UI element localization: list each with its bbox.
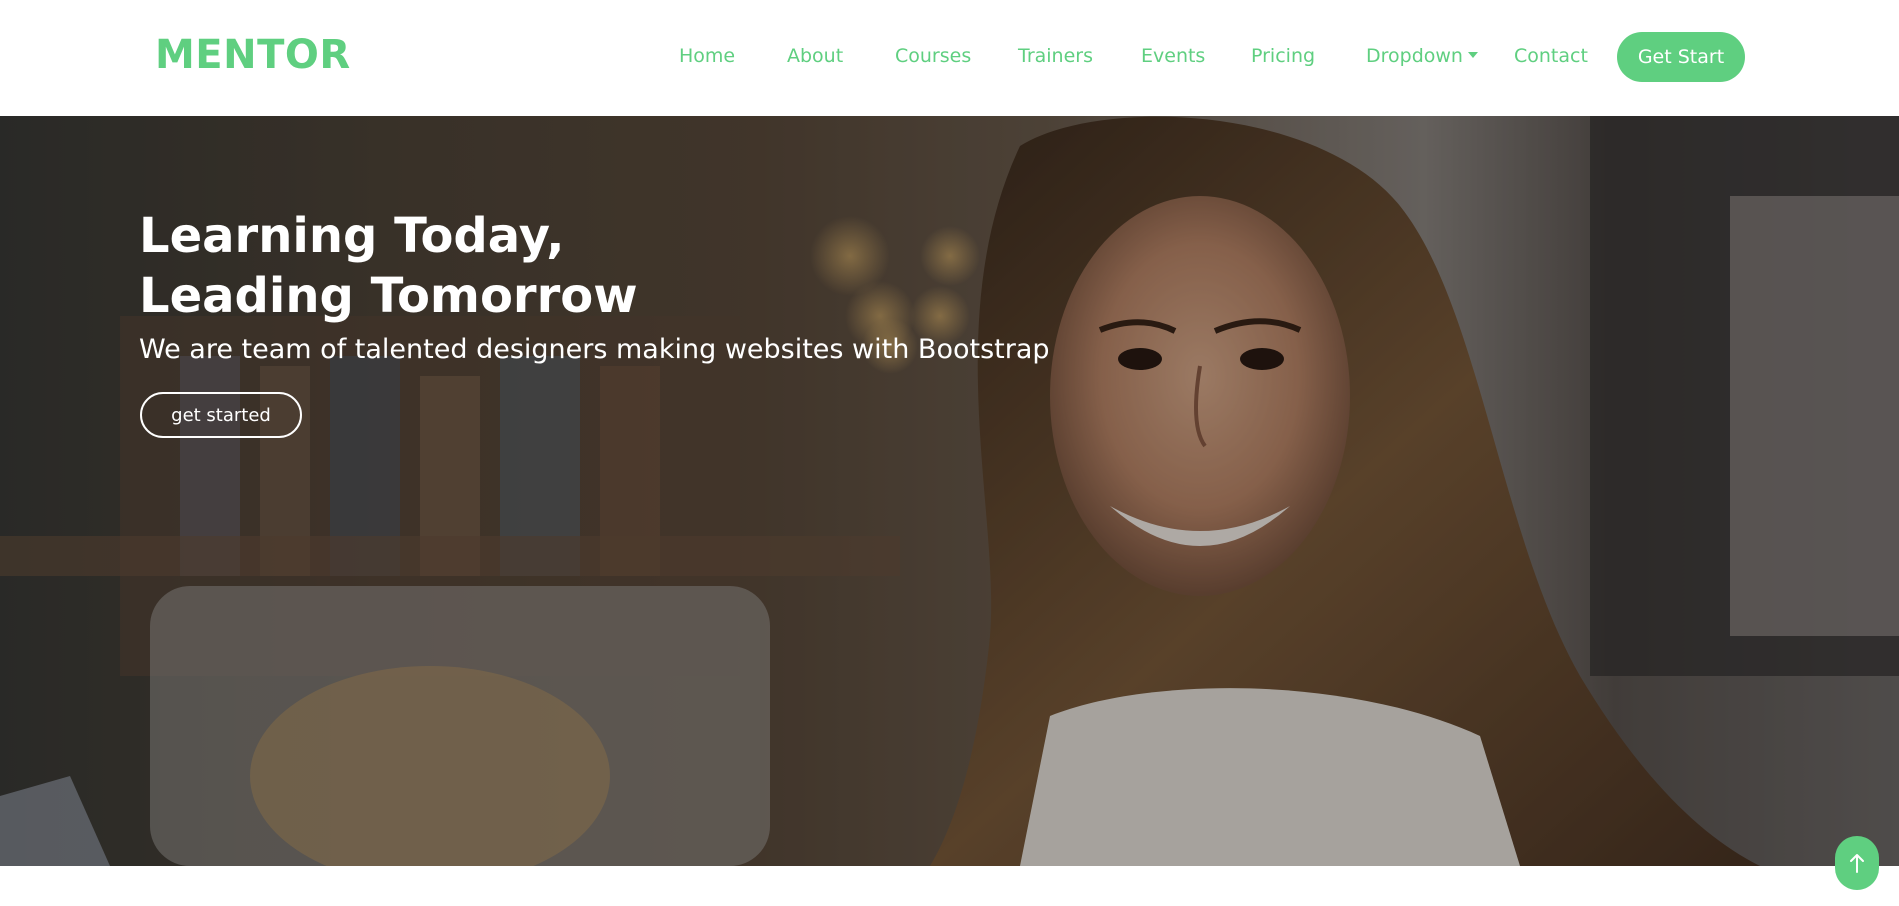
hero-title: Learning Today, Leading Tomorrow (139, 206, 638, 326)
get-started-button[interactable]: get started (140, 392, 302, 438)
nav-item-home[interactable]: Home (679, 45, 735, 67)
site-header: MENTOR Home About Courses Trainers Event… (0, 0, 1899, 116)
arrow-up-icon (1850, 854, 1864, 873)
scroll-top-button[interactable] (1835, 836, 1879, 890)
nav-item-contact[interactable]: Contact (1514, 45, 1588, 67)
hero-section: Learning Today, Leading Tomorrow We are … (0, 116, 1899, 866)
nav-item-courses[interactable]: Courses (895, 45, 971, 67)
nav-item-about[interactable]: About (787, 45, 843, 67)
chevron-down-icon (1467, 52, 1478, 58)
nav-item-trainers[interactable]: Trainers (1018, 45, 1093, 67)
hero-subtitle: We are team of talented designers making… (139, 334, 1050, 365)
nav-item-events[interactable]: Events (1141, 45, 1205, 67)
nav-item-dropdown-label: Dropdown (1366, 45, 1463, 67)
hero-title-line1: Learning Today, (139, 208, 565, 264)
nav-item-dropdown[interactable]: Dropdown (1366, 45, 1478, 67)
get-start-button[interactable]: Get Start (1617, 32, 1745, 82)
main-nav: Home About Courses Trainers Events Prici… (0, 0, 1899, 116)
hero-title-line2: Leading Tomorrow (139, 268, 638, 324)
nav-item-pricing[interactable]: Pricing (1251, 45, 1315, 67)
